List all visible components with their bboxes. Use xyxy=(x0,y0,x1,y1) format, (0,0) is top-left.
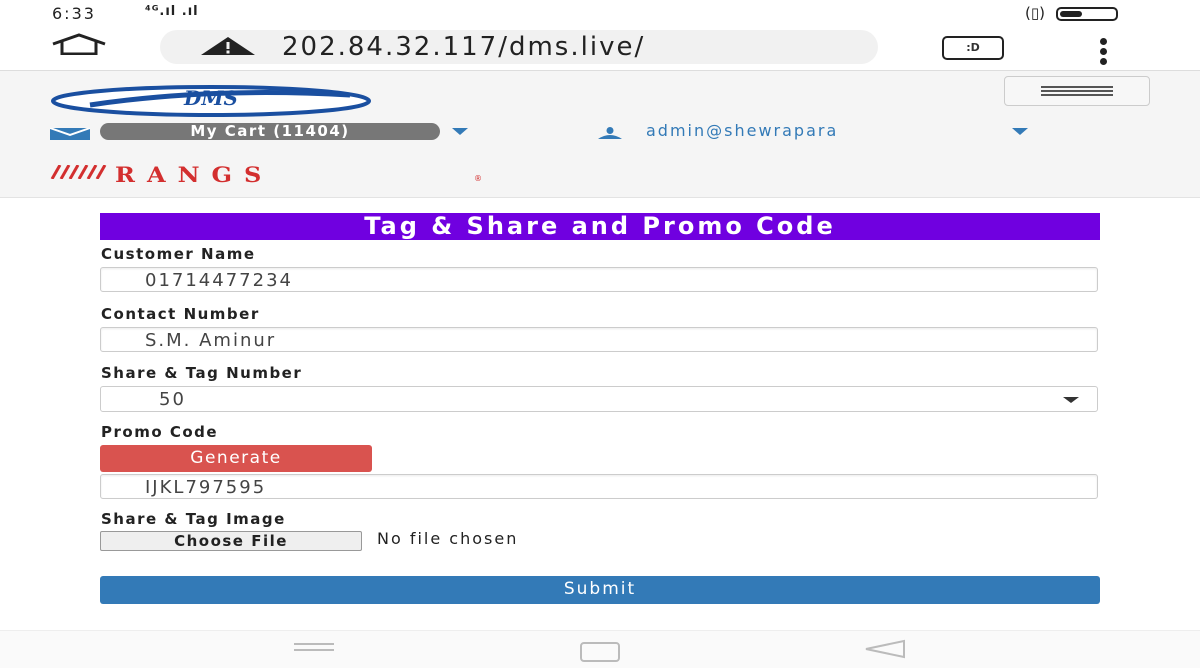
choose-file-button[interactable]: Choose File xyxy=(100,531,362,551)
chevron-down-icon xyxy=(1063,397,1079,403)
share-tag-number-select[interactable]: 50 xyxy=(100,386,1098,412)
more-options-icon[interactable] xyxy=(1100,38,1107,68)
user-icon xyxy=(594,124,626,143)
status-right: (▯) xyxy=(1025,4,1118,22)
promo-code-label: Promo Code xyxy=(101,423,219,441)
rangs-logo-stripes-icon xyxy=(50,164,110,183)
submit-button[interactable]: Submit xyxy=(100,576,1100,604)
share-tag-number-label: Share & Tag Number xyxy=(101,364,303,382)
desktop-mode-icon[interactable]: :D xyxy=(942,36,1004,60)
user-dropdown-icon[interactable] xyxy=(1012,128,1028,135)
share-tag-number-value: 50 xyxy=(159,389,186,410)
generate-button[interactable]: Generate xyxy=(100,445,372,472)
customer-name-label: Customer Name xyxy=(101,245,256,263)
home-nav-icon[interactable] xyxy=(580,642,620,662)
warning-icon[interactable] xyxy=(200,36,256,60)
share-tag-image-label: Share & Tag Image xyxy=(101,510,286,528)
cart-badge[interactable]: My Cart (11404) xyxy=(100,123,440,140)
rangs-logo: RANGS xyxy=(115,161,274,188)
url-text[interactable]: 202.84.32.117/dms.live/ xyxy=(282,32,645,62)
svg-text:DMS: DMS xyxy=(183,86,238,110)
signal-icon: ⁴ᴳ.ıl .ıl xyxy=(145,4,199,19)
form-title: Tag & Share and Promo Code xyxy=(100,213,1100,240)
home-icon[interactable] xyxy=(50,33,108,59)
recent-apps-icon[interactable] xyxy=(294,643,334,655)
battery-icon xyxy=(1055,6,1118,21)
rangs-registered-mark: ® xyxy=(474,174,482,183)
promo-code-input[interactable]: IJKL797595 xyxy=(100,474,1098,499)
cart-dropdown-icon[interactable] xyxy=(452,128,468,135)
customer-name-input[interactable]: 01714477234 xyxy=(100,267,1098,292)
vibrate-icon: (▯) xyxy=(1025,4,1045,22)
back-icon[interactable] xyxy=(864,639,906,663)
user-menu[interactable]: admin@shewrapara xyxy=(646,121,838,140)
status-time: 6:33 xyxy=(52,4,96,23)
dms-logo[interactable]: DMS xyxy=(50,85,372,121)
envelope-icon xyxy=(49,125,91,144)
contact-number-input[interactable]: S.M. Aminur xyxy=(100,327,1098,352)
file-status-text: No file chosen xyxy=(377,529,519,548)
contact-number-label: Contact Number xyxy=(101,305,260,323)
navbar-toggle-button[interactable] xyxy=(1004,76,1150,106)
